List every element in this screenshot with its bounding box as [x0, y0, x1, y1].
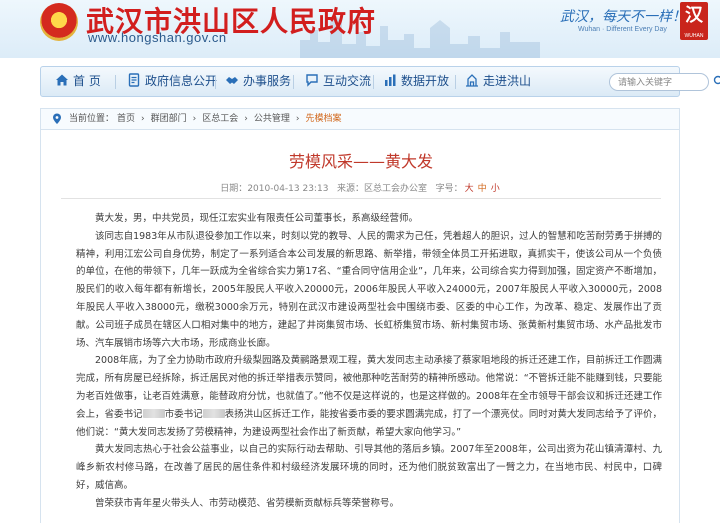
breadcrumb-link-public-mgmt[interactable]: 公共管理 [254, 114, 290, 124]
article-paragraph: 黄大发同志热心于社会公益事业，以自己的实际行动去帮助、引导其他的落后乡镇。200… [76, 444, 662, 491]
handshake-icon [226, 77, 238, 84]
article-paragraph: 曾荣获市青年星火带头人、市劳动模范、省劳模新贡献标兵等荣誉称号。 [95, 497, 400, 509]
paragraph-text: 市委书记 [164, 408, 203, 420]
article-source: 区总工会办公室 [364, 184, 428, 194]
nav-label-services: 办事服务 [243, 74, 292, 88]
nav-label-about-hongshan: 走进洪山 [483, 74, 532, 88]
home-icon [56, 74, 68, 86]
article-meta: 日期：2010-04-13 23:13 来源：区总工会办公室 字号：大中小 [41, 181, 681, 194]
meta-divider [61, 198, 661, 199]
breadcrumb-link-home[interactable]: 首页 [117, 114, 135, 124]
wuhan-logo-sub: WUHAN [684, 33, 704, 39]
breadcrumb-current[interactable]: 先模档案 [306, 114, 342, 124]
breadcrumb-separator: › [244, 114, 248, 124]
font-size-medium[interactable]: 中 [478, 184, 487, 194]
city-slogan-en: Wuhan · Different Every Day [578, 26, 667, 33]
nav-divider [293, 75, 294, 89]
main-nav: 首 页 政府信息公开 办事服务 互动交流 数据开放 走进洪山 请输入关键字 [40, 66, 720, 97]
nav-divider [373, 75, 374, 89]
search-input[interactable]: 请输入关键字 [609, 73, 709, 91]
font-size-small[interactable]: 小 [491, 184, 500, 194]
redacted-name [142, 408, 165, 418]
nav-label-interaction: 互动交流 [323, 74, 372, 88]
article-paragraph: 黄大发，男，中共党员，现任江宏实业有限责任公司董事长，系高级经营师。 [95, 213, 419, 224]
wuhan-logo-char: 汉 [685, 5, 703, 26]
article-paragraph: 2008年底，为了全力协助市政府升级梨园路及黄鹂路景观工程，黄大发同志主动承接了… [76, 352, 662, 441]
nav-item-interaction[interactable]: 互动交流 [305, 67, 371, 96]
nav-label-open-data: 数据开放 [401, 74, 450, 88]
breadcrumb-separator: › [192, 114, 197, 124]
document-icon [128, 73, 140, 87]
breadcrumb: 当前位置： 首页 › 群团部门 › 区总工会 › 公共管理 › 先模档案 [40, 108, 680, 130]
nav-item-services[interactable]: 办事服务 [225, 67, 291, 96]
nav-divider [115, 75, 116, 89]
article-paragraph: 该同志自1983年从市队退役参加工作以来，时刻以党的教导、人民的需求为己任，凭着… [76, 230, 662, 349]
article-panel: 劳模风采——黄大发 日期：2010-04-13 23:13 来源：区总工会办公室… [40, 130, 680, 523]
wuhan-logo: 汉 WUHAN [680, 2, 708, 40]
nav-divider [215, 75, 216, 89]
breadcrumb-prefix: 当前位置： [69, 114, 115, 124]
chart-icon [385, 74, 396, 86]
chat-icon [306, 74, 318, 87]
national-emblem-icon [40, 3, 78, 41]
breadcrumb-link-union[interactable]: 区总工会 [202, 114, 238, 124]
article-date: 2010-04-13 23:13 [247, 184, 329, 194]
search-icon[interactable] [713, 75, 720, 87]
site-url: www.hongshan.gov.cn [88, 30, 227, 45]
nav-item-open-data[interactable]: 数据开放 [383, 67, 449, 96]
breadcrumb-separator: › [141, 114, 145, 124]
nav-label-gov-info: 政府信息公开 [145, 74, 218, 88]
article-title: 劳模风采——黄大发 [288, 152, 433, 171]
font-size-large[interactable]: 大 [465, 184, 474, 194]
nav-divider [455, 75, 456, 89]
nav-item-gov-info[interactable]: 政府信息公开 [127, 67, 217, 96]
article-body: 黄大发，男，中共党员，现任江宏实业有限责任公司董事长，系高级经营师。 该同志自1… [76, 210, 662, 513]
breadcrumb-link-groups[interactable]: 群团部门 [151, 114, 187, 124]
site-header: 武汉市洪山区人民政府 www.hongshan.gov.cn 武汉，每天不一样！… [0, 0, 720, 58]
source-label: 来源： [337, 184, 365, 194]
building-icon [466, 74, 478, 87]
breadcrumb-separator: › [295, 114, 300, 124]
date-label: 日期： [220, 184, 248, 194]
font-size-label: 字号： [435, 184, 463, 194]
location-pin-icon [53, 113, 61, 124]
nav-item-home[interactable]: 首 页 [55, 67, 101, 96]
city-slogan: 武汉，每天不一样！ [560, 9, 686, 25]
nav-label-home: 首 页 [73, 74, 101, 88]
nav-item-about-hongshan[interactable]: 走进洪山 [465, 67, 531, 96]
redacted-name [202, 408, 225, 418]
